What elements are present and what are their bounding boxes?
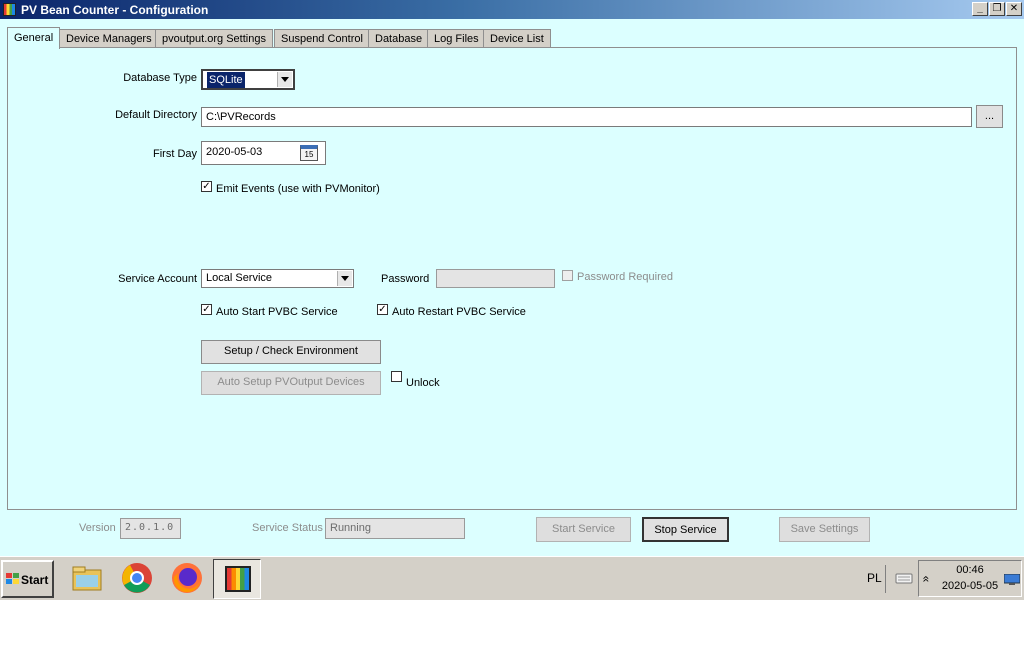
service-account-select[interactable]: Local Service	[201, 269, 354, 288]
window-title: PV Bean Counter - Configuration	[21, 3, 209, 17]
unlock-label: Unlock	[406, 377, 440, 389]
tab-database[interactable]: Database	[368, 29, 430, 48]
calendar-icon[interactable]: 15	[300, 145, 318, 161]
save-settings-button[interactable]: Save Settings	[779, 517, 870, 542]
tab-device-managers[interactable]: Device Managers	[59, 29, 159, 48]
system-tray: « 00:46 2020-05-05	[918, 560, 1022, 597]
chrome-icon[interactable]	[120, 561, 154, 595]
windows-logo-icon	[6, 573, 19, 585]
show-desktop-icon[interactable]	[1003, 573, 1021, 586]
firefox-icon[interactable]	[170, 561, 204, 595]
auto-restart-checkbox[interactable]: ✓	[377, 304, 388, 315]
tray-expand-icon[interactable]: «	[919, 576, 933, 583]
emit-events-label: Emit Events (use with PVMonitor)	[216, 183, 380, 195]
language-indicator[interactable]: PL	[867, 571, 882, 585]
tab-pvoutput-settings[interactable]: pvoutput.org Settings	[155, 29, 273, 48]
clock-date[interactable]: 2020-05-05	[941, 580, 999, 592]
version-label: Version	[79, 522, 116, 534]
start-service-button[interactable]: Start Service	[536, 517, 631, 542]
auto-setup-pvoutput-devices-button[interactable]: Auto Setup PVOutput Devices	[201, 371, 381, 395]
tab-general[interactable]: General	[7, 27, 61, 49]
taskbar: Start PL « 00:46 2020-05-05	[0, 556, 1024, 600]
service-status-label: Service Status	[252, 522, 323, 534]
default-directory-input[interactable]: C:\PVRecords	[201, 107, 972, 127]
service-account-value: Local Service	[206, 272, 273, 284]
pv-bean-counter-task[interactable]	[213, 559, 261, 599]
browse-directory-button[interactable]: ...	[976, 105, 1003, 128]
database-type-label: Database Type	[123, 72, 197, 84]
tab-log-files[interactable]: Log Files	[427, 29, 486, 48]
first-day-date-picker[interactable]: 2020-05-03 15	[201, 141, 326, 165]
minimize-button[interactable]: _	[972, 2, 988, 16]
setup-check-environment-button[interactable]: Setup / Check Environment	[201, 340, 381, 364]
stop-service-button[interactable]: Stop Service	[642, 517, 729, 542]
first-day-label: First Day	[153, 148, 197, 160]
config-window: PV Bean Counter - Configuration _ ❐ ✕ Ge…	[0, 0, 1024, 556]
emit-events-checkbox[interactable]: ✓	[201, 181, 212, 192]
password-required-checkbox[interactable]	[562, 270, 573, 281]
password-input[interactable]	[436, 269, 555, 288]
unlock-checkbox[interactable]	[391, 371, 402, 382]
clock-time[interactable]: 00:46	[955, 564, 985, 576]
start-label: Start	[21, 573, 49, 587]
version-value: 2.0.1.0	[120, 518, 181, 539]
auto-start-checkbox[interactable]: ✓	[201, 304, 212, 315]
close-button[interactable]: ✕	[1006, 2, 1022, 16]
chevron-down-icon	[337, 271, 352, 286]
pv-bean-counter-icon	[225, 566, 251, 592]
first-day-value: 2020-05-03	[206, 146, 263, 158]
file-explorer-icon[interactable]	[70, 561, 104, 595]
restore-button[interactable]: ❐	[989, 2, 1005, 16]
database-type-value: SQLite	[207, 72, 245, 88]
tab-suspend-control[interactable]: Suspend Control	[274, 29, 370, 48]
auto-start-label: Auto Start PVBC Service	[216, 306, 338, 318]
password-required-label: Password Required	[577, 271, 673, 283]
password-label: Password	[381, 273, 430, 285]
start-button[interactable]: Start	[1, 560, 54, 598]
title-bar[interactable]: PV Bean Counter - Configuration _ ❐ ✕	[0, 0, 1024, 19]
tray-divider	[885, 565, 886, 593]
tab-device-list[interactable]: Device List	[483, 29, 551, 48]
database-type-select[interactable]: SQLite	[201, 69, 295, 90]
service-account-label: Service Account	[118, 273, 197, 285]
auto-restart-label: Auto Restart PVBC Service	[392, 306, 526, 318]
service-status-value: Running	[325, 518, 465, 539]
keyboard-icon[interactable]	[895, 569, 913, 585]
chevron-down-icon	[277, 72, 292, 87]
app-icon	[3, 3, 16, 16]
default-directory-label: Default Directory	[115, 109, 197, 121]
